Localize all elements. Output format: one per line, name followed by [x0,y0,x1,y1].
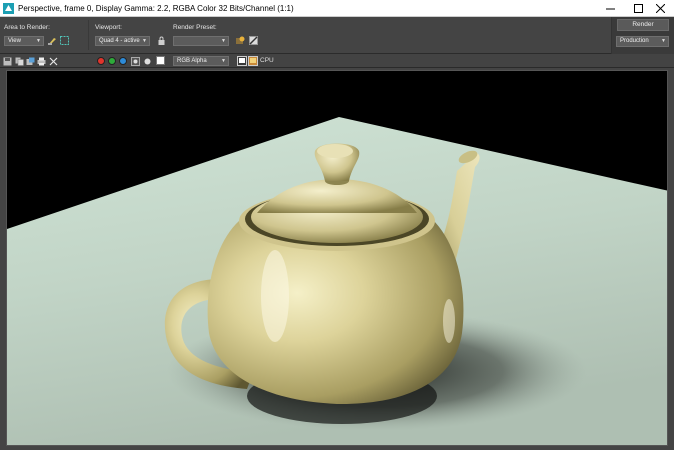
app-icon [3,3,14,14]
save-icon[interactable] [3,57,12,66]
close-button[interactable] [646,0,674,17]
edit-region-icon[interactable] [48,36,57,45]
chevron-down-icon: ▼ [142,38,147,44]
chevron-down-icon: ▼ [661,38,666,44]
frame-buffer-toolbar: RGB Alpha ▼ CPU [0,54,674,68]
minimize-icon [605,8,615,10]
render-setup-icon[interactable] [236,36,245,45]
viewport-label: Viewport: [95,24,122,31]
viewport-dropdown[interactable]: Quad 4 - active ▼ [95,36,150,46]
render-preset-dropdown[interactable]: ▼ [173,36,229,46]
production-dropdown[interactable]: Production ▼ [616,36,669,47]
area-to-render-value: View [8,38,21,44]
green-channel-toggle[interactable] [108,57,116,65]
copy-icon[interactable] [15,57,24,66]
chevron-down-icon: ▼ [221,38,226,44]
auto-region-icon[interactable] [60,36,69,45]
background-color-swatch[interactable] [156,56,165,65]
viewport-value: Quad 4 - active [99,38,140,44]
rendered-image [7,117,667,445]
print-icon[interactable] [37,57,46,66]
lock-icon[interactable] [157,36,166,45]
channel-dropdown[interactable]: RGB Alpha ▼ [173,56,229,66]
cpu-label: CPU [260,57,274,64]
clear-icon[interactable] [49,57,58,66]
environment-icon[interactable] [249,36,258,45]
frame-buffer-icon[interactable] [248,56,258,66]
render-viewport[interactable] [6,70,668,446]
chevron-down-icon: ▼ [36,38,41,44]
minimize-button[interactable] [596,0,624,17]
separator [88,20,89,50]
display-toggle-icon[interactable] [237,56,247,66]
maximize-icon [633,4,643,13]
render-preset-label: Render Preset: [173,24,217,31]
blue-channel-toggle[interactable] [119,57,127,65]
chevron-down-icon: ▼ [221,58,226,64]
close-icon [655,4,665,13]
window-bottom-border [0,446,674,450]
red-channel-toggle[interactable] [97,57,105,65]
render-settings-toolbar: Area to Render: View ▼ Viewport: Quad 4 -… [0,17,674,54]
alpha-channel-icon[interactable] [131,57,140,66]
render-button[interactable]: Render [617,19,669,31]
window-title: Perspective, frame 0, Display Gamma: 2.2… [18,4,294,13]
title-bar: Perspective, frame 0, Display Gamma: 2.2… [0,0,674,17]
clone-icon[interactable] [26,57,35,66]
production-value: Production [620,38,649,44]
area-to-render-label: Area to Render: [4,24,50,31]
area-to-render-dropdown[interactable]: View ▼ [4,36,44,46]
channel-value: RGB Alpha [177,58,207,64]
monochrome-icon[interactable] [143,57,152,66]
